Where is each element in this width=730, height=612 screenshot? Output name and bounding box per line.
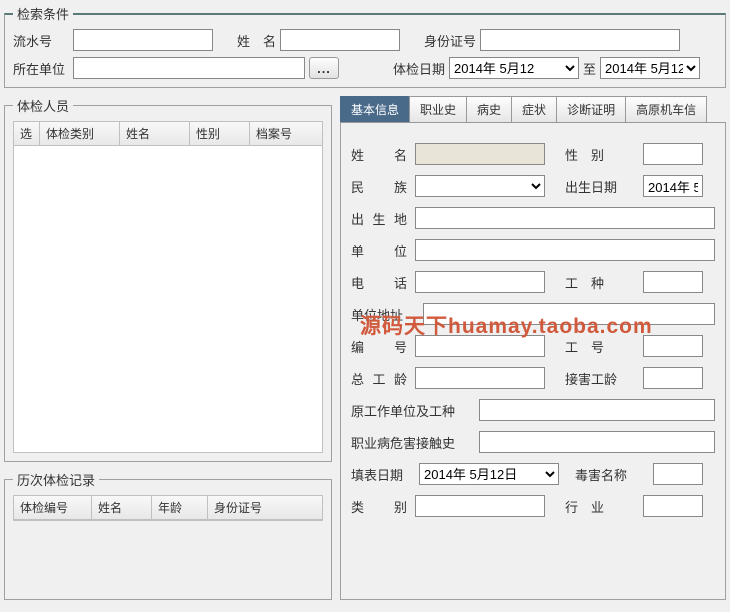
col-type: 体检类别 [40,122,120,145]
form-name-input[interactable] [415,143,545,165]
col-fileno: 档案号 [250,122,322,145]
form-code-label: 编 号 [351,337,407,356]
form-prevwork-input[interactable] [479,399,715,421]
col-sex: 性别 [190,122,250,145]
basic-info-form: 姓 名 性 别 民 族 出生日期 出 生 地 单 位 电 话 [340,123,726,600]
form-category-label: 类 别 [351,497,407,516]
tab-medical-history[interactable]: 病史 [466,96,512,122]
persons-table-body[interactable] [13,146,323,453]
form-birthplace-label: 出 生 地 [351,209,407,228]
form-unit-input[interactable] [415,239,715,261]
form-totalyears-label: 总 工 龄 [351,369,407,388]
id-label: 身份证号 [424,31,476,50]
tab-symptoms[interactable]: 症状 [511,96,557,122]
form-unit-label: 单 位 [351,241,407,260]
history-table-header: 体检编号 姓名 年龄 身份证号 [13,495,323,520]
date-from-select[interactable]: 2014年 5月12 [449,57,579,79]
col-hname: 姓名 [92,496,152,519]
form-exposure-input[interactable] [643,367,703,389]
tab-bar: 基本信息 职业史 病史 症状 诊断证明 高原机车信 [340,96,726,123]
search-legend: 检索条件 [13,4,73,23]
form-occhistory-input[interactable] [479,431,715,453]
serial-label: 流水号 [13,31,69,50]
form-jobtype-label: 工 种 [565,273,635,292]
name-label: 姓 名 [237,31,276,50]
tab-plateau[interactable]: 高原机车信 [625,96,707,122]
form-sex-input[interactable] [643,143,703,165]
form-industry-input[interactable] [643,495,703,517]
form-filldate-select[interactable]: 2014年 5月12日 [419,463,559,485]
col-select: 选 [14,122,40,145]
to-label: 至 [583,59,596,78]
persons-table-header: 选 体检类别 姓名 性别 档案号 [13,121,323,146]
form-phone-label: 电 话 [351,273,407,292]
org-browse-button[interactable]: ... [309,57,339,79]
exam-persons-legend: 体检人员 [13,96,73,115]
col-examno: 体检编号 [14,496,92,519]
form-phone-input[interactable] [415,271,545,293]
form-industry-label: 行 业 [565,497,635,516]
col-name: 姓名 [120,122,190,145]
form-ethnic-label: 民 族 [351,177,407,196]
form-birthplace-input[interactable] [415,207,715,229]
form-occhistory-label: 职业病危害接触史 [351,433,471,452]
form-poison-label: 毒害名称 [575,465,645,484]
exam-date-label: 体检日期 [393,59,445,78]
form-unitaddr-label: 单位地址 [351,305,415,324]
serial-input[interactable] [73,29,213,51]
col-idno: 身份证号 [208,496,322,519]
search-criteria: 检索条件 流水号 姓 名 身份证号 所在单位 ... 体检日期 2014年 5月… [4,4,726,88]
form-category-input[interactable] [415,495,545,517]
form-ethnic-select[interactable] [415,175,545,197]
col-age: 年龄 [152,496,208,519]
form-jobtype-input[interactable] [643,271,703,293]
form-filldate-label: 填表日期 [351,465,411,484]
form-birthdate-label: 出生日期 [565,177,635,196]
form-exposure-label: 接害工龄 [565,369,635,388]
tab-diagnosis[interactable]: 诊断证明 [556,96,626,122]
form-jobno-label: 工 号 [565,337,635,356]
org-input[interactable] [73,57,305,79]
date-to-select[interactable]: 2014年 5月12月 [600,57,700,79]
form-sex-label: 性 别 [565,145,635,164]
exam-persons-panel: 体检人员 选 体检类别 姓名 性别 档案号 [4,96,332,462]
form-code-input[interactable] [415,335,545,357]
form-birthdate-input[interactable] [643,175,703,197]
form-totalyears-input[interactable] [415,367,545,389]
form-jobno-input[interactable] [643,335,703,357]
tab-occupation-history[interactable]: 职业史 [409,96,467,122]
history-table-body[interactable] [13,520,323,521]
form-prevwork-label: 原工作单位及工种 [351,401,471,420]
id-input[interactable] [480,29,680,51]
form-name-label: 姓 名 [351,145,407,164]
name-input[interactable] [280,29,400,51]
form-poison-input[interactable] [653,463,703,485]
org-label: 所在单位 [13,59,69,78]
history-legend: 历次体检记录 [13,470,99,489]
tab-basic-info[interactable]: 基本信息 [340,96,410,122]
history-panel: 历次体检记录 体检编号 姓名 年龄 身份证号 [4,470,332,600]
form-unitaddr-input[interactable] [423,303,715,325]
